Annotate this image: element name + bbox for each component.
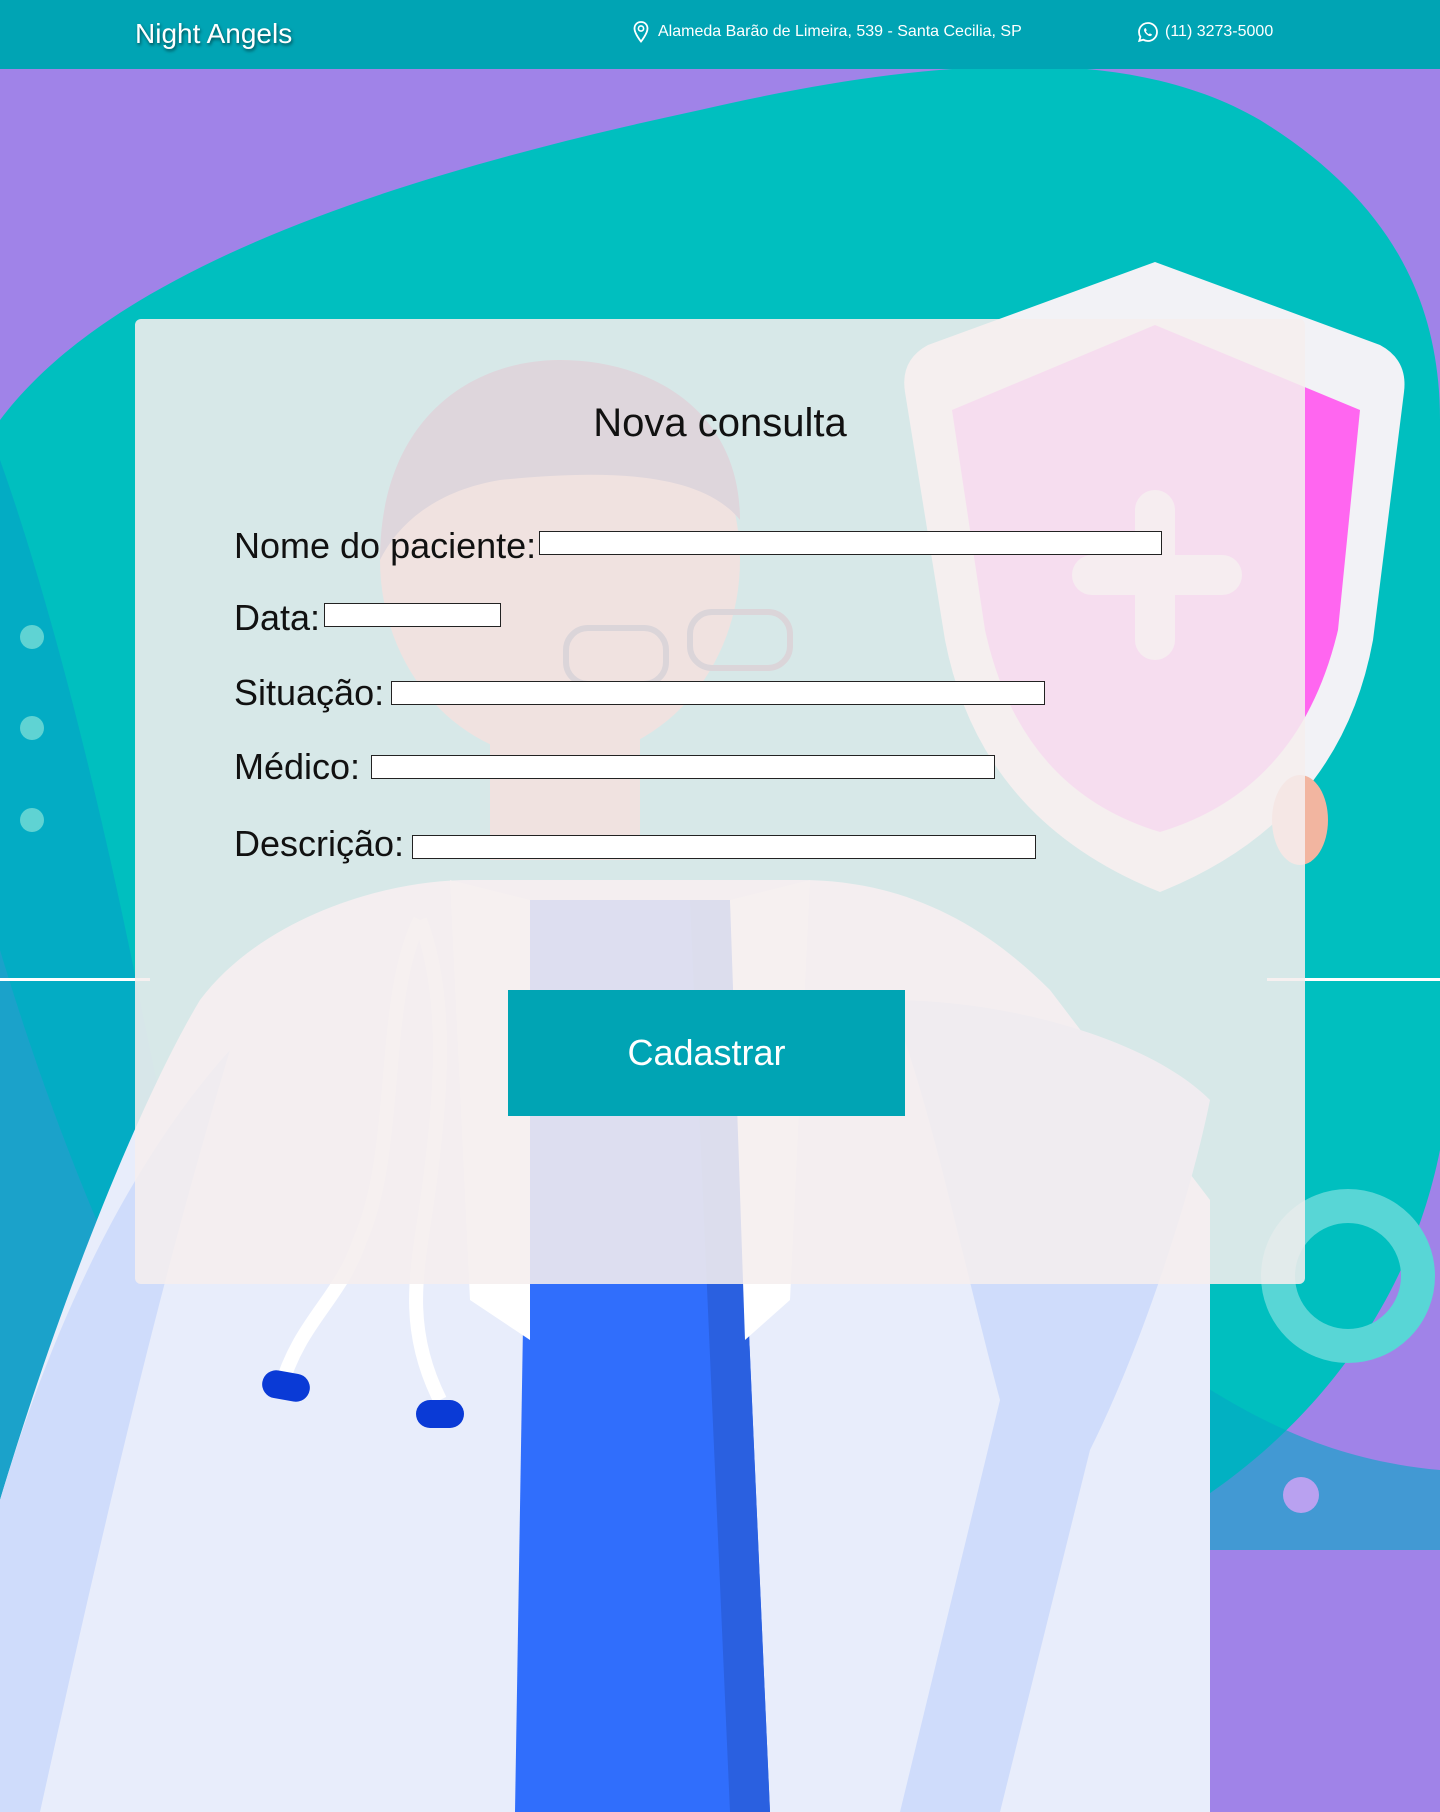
patient-name-input[interactable] [539, 531, 1162, 555]
register-button[interactable]: Cadastrar [508, 990, 905, 1116]
description-input[interactable] [412, 835, 1036, 859]
phone-block: (11) 3273-5000 [1137, 20, 1273, 44]
address-block: Alameda Barão de Limeira, 539 - Santa Ce… [630, 20, 1022, 44]
description-label: Descrição: [234, 823, 405, 864]
status-input[interactable] [391, 681, 1045, 705]
map-pin-icon [630, 20, 652, 44]
new-appointment-card: Nova consulta Nome do paciente: Data: Si… [135, 319, 1305, 1284]
page-title: Nova consulta [593, 401, 847, 445]
brand-logo[interactable]: Night Angels [135, 18, 292, 50]
phone-text[interactable]: (11) 3273-5000 [1165, 23, 1273, 41]
date-label: Data: [234, 597, 321, 638]
doctor-label: Médico: [234, 746, 361, 787]
whatsapp-icon [1137, 20, 1159, 44]
top-navbar: Night Angels Alameda Barão de Limeira, 5… [0, 0, 1440, 69]
address-text: Alameda Barão de Limeira, 539 - Santa Ce… [658, 23, 1022, 40]
doctor-input[interactable] [371, 755, 995, 779]
date-input[interactable] [324, 603, 501, 627]
status-label: Situação: [234, 672, 385, 713]
patient-name-label: Nome do paciente: [234, 525, 537, 566]
